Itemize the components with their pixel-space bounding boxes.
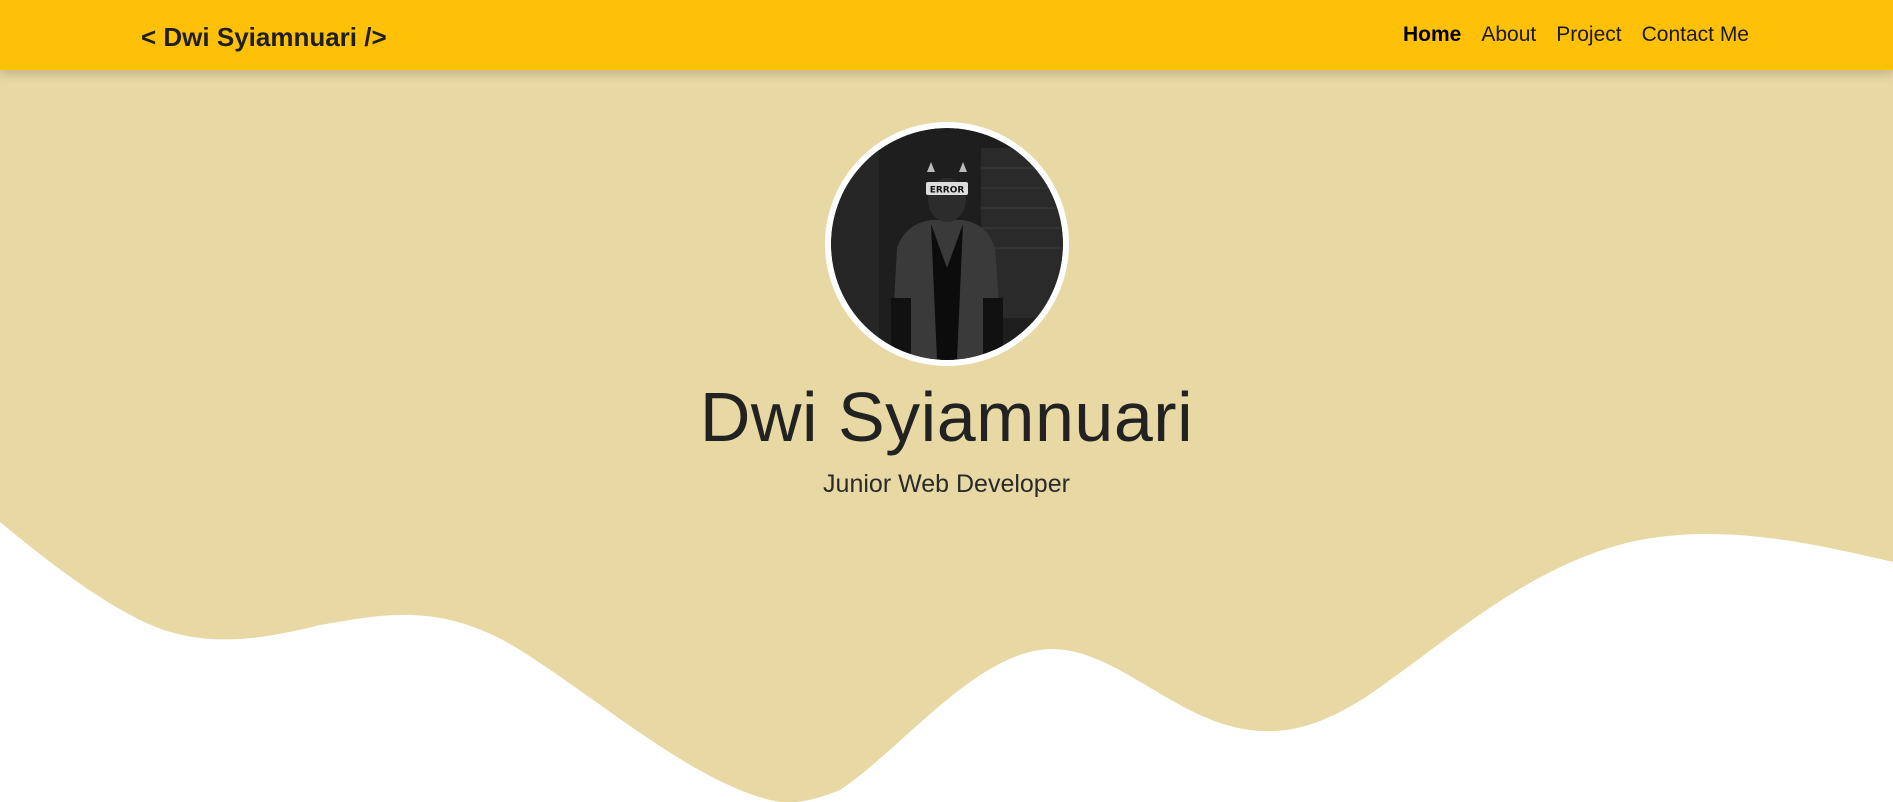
avatar-badge-text: ERROR bbox=[930, 186, 965, 196]
nav-link-contact-me[interactable]: Contact Me bbox=[1642, 23, 1749, 47]
hero-subtitle: Junior Web Developer bbox=[823, 470, 1070, 498]
profile-photo: ERROR bbox=[831, 128, 1063, 360]
brand-logo-link[interactable]: < Dwi Syiamnuari /> bbox=[141, 0, 387, 70]
nav-link-home[interactable]: Home bbox=[1403, 23, 1461, 47]
navbar: < Dwi Syiamnuari /> Home About Project C… bbox=[0, 0, 1893, 70]
page: < Dwi Syiamnuari /> Home About Project C… bbox=[0, 0, 1893, 802]
nav-link-project[interactable]: Project bbox=[1556, 23, 1621, 47]
hero-name-heading: Dwi Syiamnuari bbox=[699, 378, 1194, 456]
profile-avatar: ERROR bbox=[825, 122, 1069, 366]
nav-links: Home About Project Contact Me bbox=[1403, 0, 1749, 70]
nav-link-about[interactable]: About bbox=[1481, 23, 1536, 47]
